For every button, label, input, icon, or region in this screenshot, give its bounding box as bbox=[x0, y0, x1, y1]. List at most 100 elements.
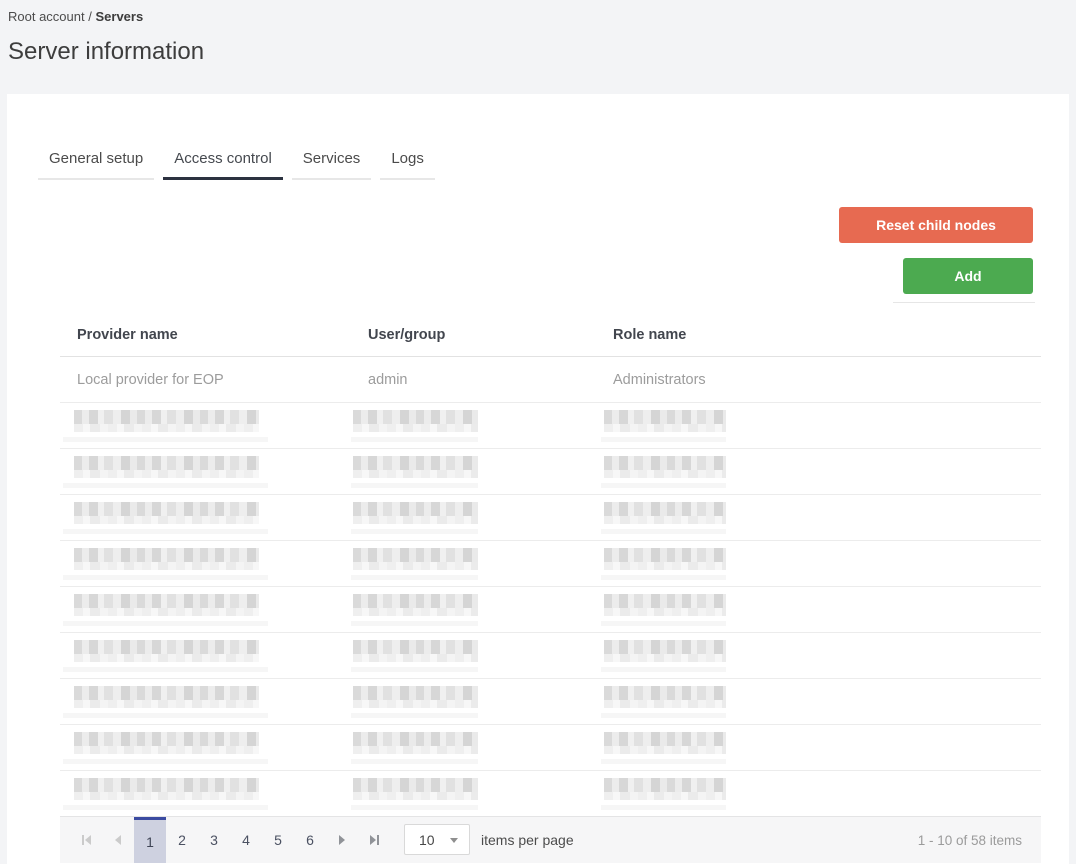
cell-role-name-redacted bbox=[596, 639, 841, 672]
redacted-block bbox=[63, 574, 268, 580]
table-row-redacted bbox=[60, 679, 1041, 725]
pager-page-5[interactable]: 5 bbox=[262, 817, 294, 863]
redacted-block bbox=[353, 639, 478, 654]
cell-role-name-redacted bbox=[596, 409, 841, 442]
redacted-block bbox=[604, 547, 726, 562]
redacted-block bbox=[74, 685, 259, 700]
table-row: Local provider for EOP admin Administrator… bbox=[60, 357, 1041, 403]
table-body: Local provider for EOP admin Administrator… bbox=[60, 357, 1041, 817]
redacted-block bbox=[353, 501, 478, 516]
redacted-block bbox=[604, 745, 726, 754]
redacted-block bbox=[604, 423, 726, 432]
redacted-block bbox=[74, 593, 259, 608]
redacted-block bbox=[353, 561, 478, 570]
redacted-block bbox=[63, 436, 268, 442]
pager-page-1[interactable]: 1 bbox=[134, 817, 166, 863]
redacted-block bbox=[604, 685, 726, 700]
redacted-block bbox=[351, 528, 478, 534]
redacted-block bbox=[604, 731, 726, 746]
redacted-block bbox=[604, 593, 726, 608]
redacted-block bbox=[351, 758, 478, 764]
redacted-block bbox=[353, 731, 478, 746]
tab-logs[interactable]: Logs bbox=[380, 138, 435, 180]
redacted-block bbox=[604, 501, 726, 516]
add-button[interactable]: Add bbox=[903, 258, 1033, 294]
redacted-block bbox=[63, 712, 268, 718]
redacted-block bbox=[601, 758, 726, 764]
redacted-block bbox=[604, 639, 726, 654]
column-header-user-group[interactable]: User/group bbox=[351, 327, 596, 343]
access-control-grid: Provider name User/group Role name Local p… bbox=[60, 313, 1041, 863]
redacted-block bbox=[74, 639, 259, 654]
pager-prev-button[interactable] bbox=[102, 817, 134, 863]
pager-page-6[interactable]: 6 bbox=[294, 817, 326, 863]
table-row-redacted bbox=[60, 725, 1041, 771]
redacted-block bbox=[351, 482, 478, 488]
redacted-block bbox=[601, 574, 726, 580]
pager-page-2[interactable]: 2 bbox=[166, 817, 198, 863]
redacted-block bbox=[351, 666, 478, 672]
page-size-dropdown[interactable]: 10 bbox=[404, 824, 470, 855]
column-header-role-name[interactable]: Role name bbox=[596, 327, 841, 343]
redacted-block bbox=[351, 804, 478, 810]
redacted-block bbox=[74, 469, 259, 478]
redacted-block bbox=[74, 561, 259, 570]
cell-provider-name-redacted bbox=[60, 639, 351, 672]
cell-user-group-redacted bbox=[351, 639, 596, 672]
dropdown-caret-icon bbox=[450, 837, 458, 847]
redacted-block bbox=[353, 593, 478, 608]
redacted-block bbox=[604, 515, 726, 524]
prev-page-icon bbox=[115, 835, 121, 845]
table-row-redacted bbox=[60, 403, 1041, 449]
page-header: Root account / Servers Server informatio… bbox=[8, 9, 204, 66]
pager-first-button[interactable] bbox=[70, 817, 102, 863]
redacted-block bbox=[74, 699, 259, 708]
redacted-block bbox=[353, 791, 478, 800]
redacted-block bbox=[351, 574, 478, 580]
redacted-block bbox=[74, 423, 259, 432]
redacted-block bbox=[63, 758, 268, 764]
cell-provider-name-redacted bbox=[60, 409, 351, 442]
tab-services[interactable]: Services bbox=[291, 138, 372, 180]
tab-access-control[interactable]: Access control bbox=[163, 138, 283, 180]
redacted-block bbox=[604, 561, 726, 570]
redacted-block bbox=[74, 777, 259, 792]
redacted-block bbox=[601, 528, 726, 534]
breadcrumb-root-account[interactable]: Root account bbox=[8, 9, 85, 24]
redacted-block bbox=[353, 515, 478, 524]
redacted-block bbox=[604, 469, 726, 478]
redacted-block bbox=[74, 653, 259, 662]
redacted-block bbox=[63, 528, 268, 534]
redacted-block bbox=[63, 620, 268, 626]
page-size-value: 10 bbox=[419, 831, 435, 848]
cell-user-group-redacted bbox=[351, 409, 596, 442]
redacted-block bbox=[604, 791, 726, 800]
redacted-block bbox=[353, 685, 478, 700]
tab-strip: General setup Access control Services Logs bbox=[38, 138, 444, 180]
field-underline bbox=[893, 302, 1035, 303]
redacted-block bbox=[74, 515, 259, 524]
pager-page-3[interactable]: 3 bbox=[198, 817, 230, 863]
redacted-block bbox=[601, 712, 726, 718]
pager-next-button[interactable] bbox=[326, 817, 358, 863]
pager-page-4[interactable]: 4 bbox=[230, 817, 262, 863]
cell-user-group-redacted bbox=[351, 731, 596, 764]
table-row-redacted bbox=[60, 633, 1041, 679]
redacted-block bbox=[351, 436, 478, 442]
cell-user-group-redacted bbox=[351, 593, 596, 626]
column-header-provider-name[interactable]: Provider name bbox=[60, 327, 351, 343]
redacted-block bbox=[74, 547, 259, 562]
redacted-block bbox=[353, 455, 478, 470]
breadcrumb-separator: / bbox=[88, 9, 92, 24]
redacted-block bbox=[74, 607, 259, 616]
cell-provider-name-redacted bbox=[60, 685, 351, 718]
cell-provider-name-redacted bbox=[60, 777, 351, 810]
redacted-block bbox=[353, 607, 478, 616]
reset-child-nodes-button[interactable]: Reset child nodes bbox=[839, 207, 1033, 243]
tab-general-setup[interactable]: General setup bbox=[38, 138, 155, 180]
pager-last-button[interactable] bbox=[358, 817, 390, 863]
redacted-block bbox=[63, 804, 268, 810]
redacted-block bbox=[601, 436, 726, 442]
redacted-block bbox=[74, 501, 259, 516]
cell-role-name-redacted bbox=[596, 731, 841, 764]
